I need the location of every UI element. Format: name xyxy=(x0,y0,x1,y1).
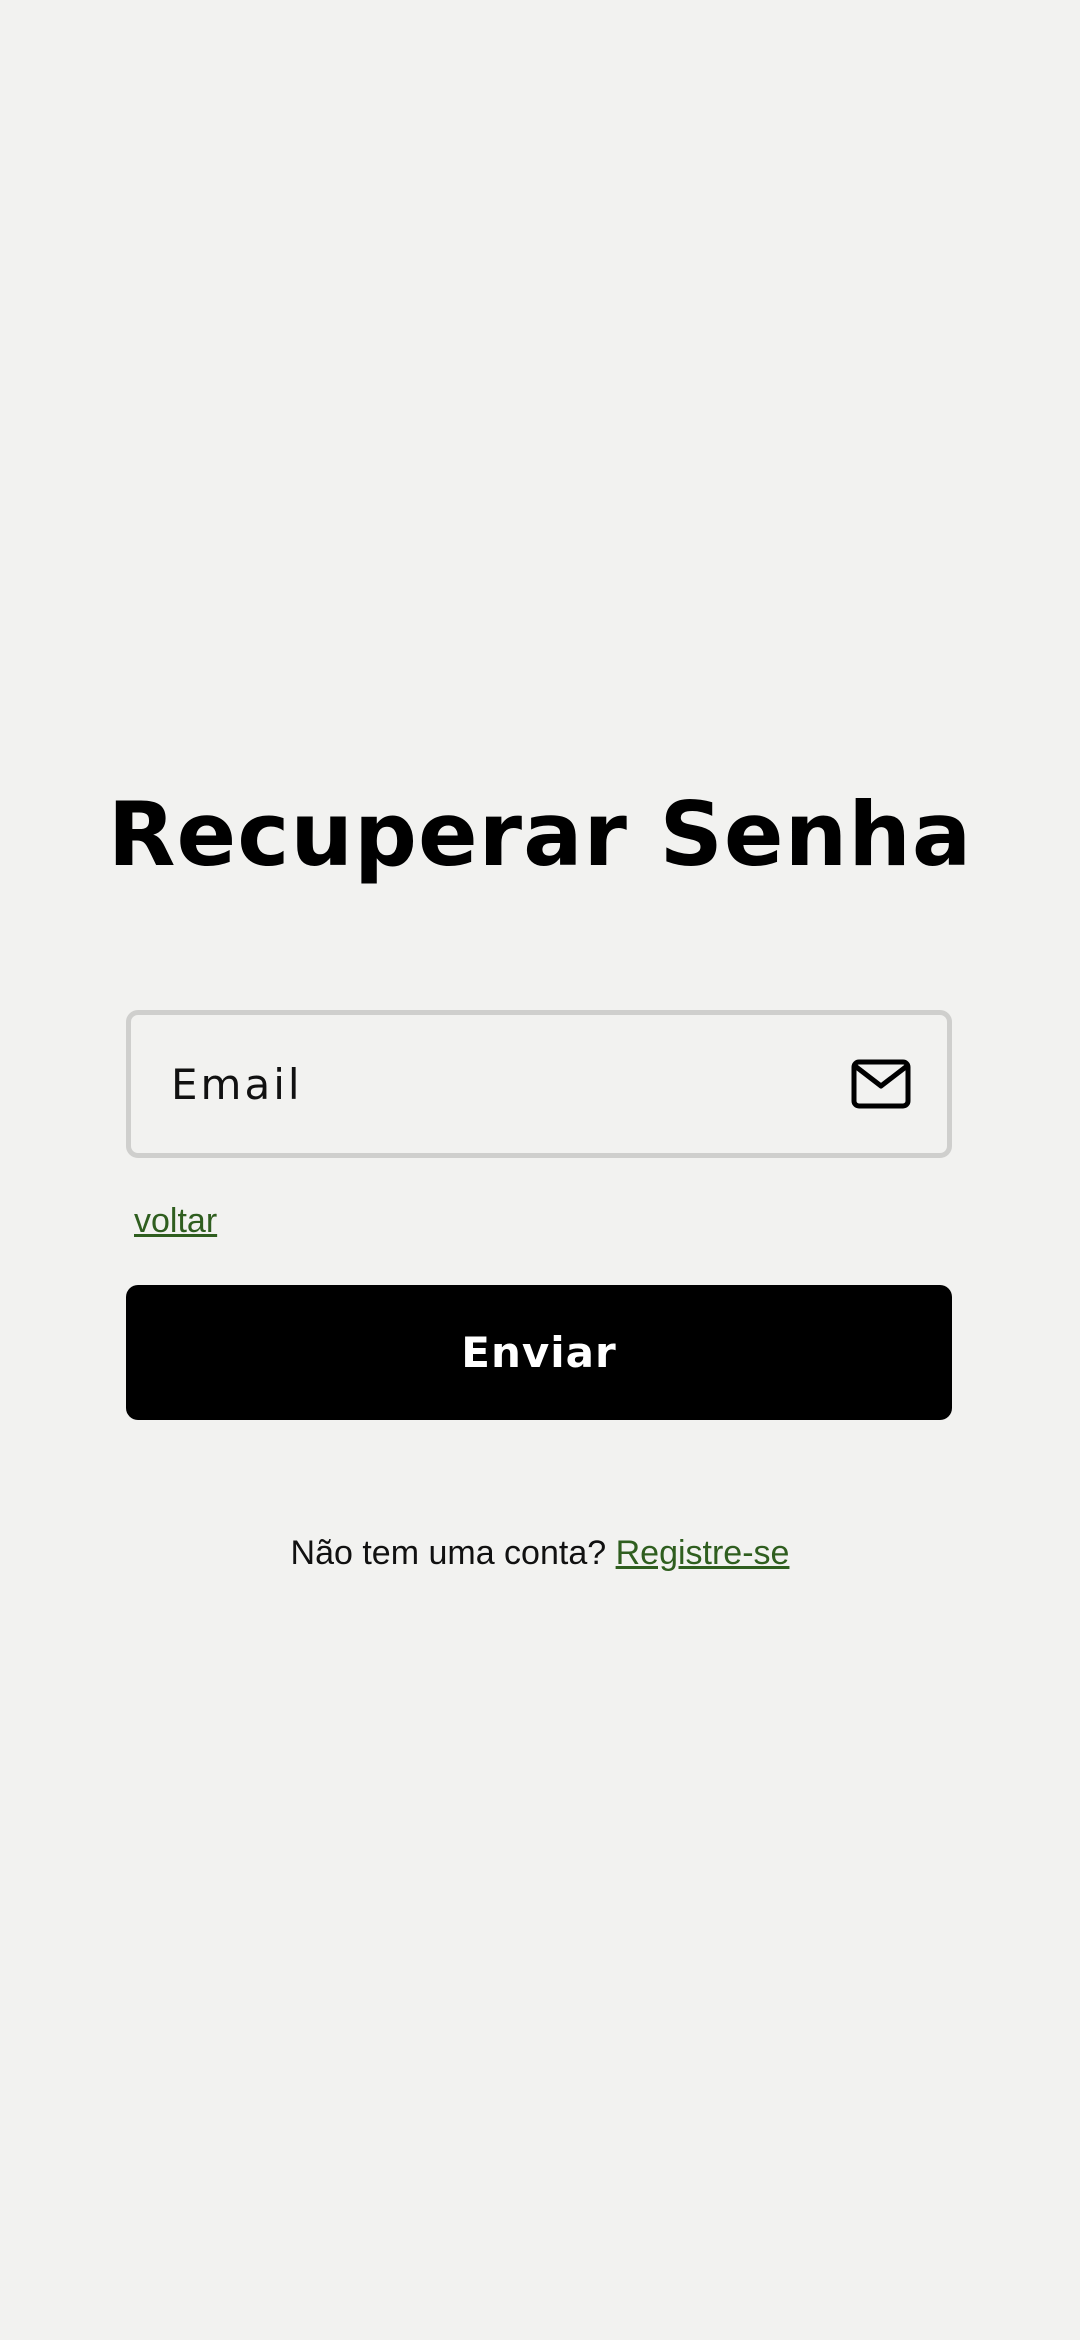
signup-prompt-row: Não tem uma conta? Registre-se xyxy=(0,1528,1080,1578)
email-input[interactable] xyxy=(171,1044,851,1124)
page-title: Recuperar Senha xyxy=(107,783,973,886)
email-field[interactable] xyxy=(126,1010,952,1158)
back-link[interactable]: voltar xyxy=(134,1196,217,1246)
mail-icon xyxy=(851,1059,911,1109)
submit-button[interactable]: Enviar xyxy=(126,1285,952,1420)
signup-link[interactable]: Registre-se xyxy=(616,1534,790,1572)
signup-prompt-text: Não tem uma conta? xyxy=(290,1534,607,1572)
